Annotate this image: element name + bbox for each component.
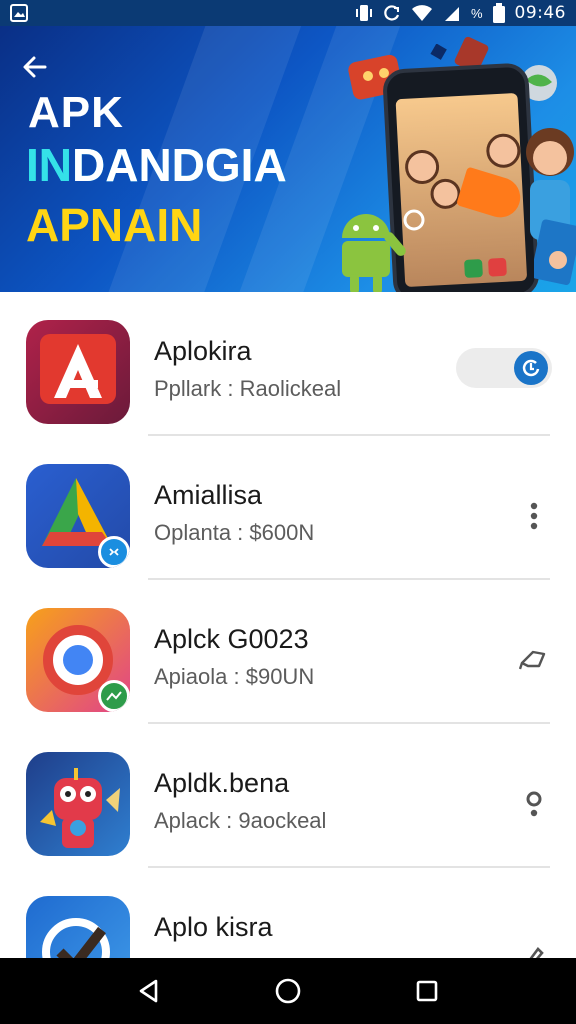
battery-label: % xyxy=(470,5,483,21)
clock-icon xyxy=(514,351,548,385)
banner-title-line3: APNAIN xyxy=(26,199,203,251)
wifi-icon xyxy=(411,4,433,22)
app-name: Aplck G0023 xyxy=(154,624,309,654)
arrow-left-icon xyxy=(23,56,47,78)
robot-game-icon xyxy=(26,752,130,856)
nav-recents-button[interactable] xyxy=(407,971,447,1011)
list-item[interactable]: Aplokira Ppllark : Raolickeal xyxy=(0,292,576,436)
book-icon xyxy=(530,216,576,291)
back-button[interactable] xyxy=(18,50,52,84)
banner-title-line2: INDANDGIA xyxy=(26,138,287,192)
nav-back-button[interactable] xyxy=(129,971,169,1011)
recents-icon xyxy=(416,980,437,1002)
app-name: Amiallisa xyxy=(154,480,263,510)
green-triangle-icon xyxy=(26,464,130,568)
status-bar: % 09:46 xyxy=(0,0,576,26)
clock: 09:46 xyxy=(514,3,566,23)
pin-icon[interactable] xyxy=(516,642,552,678)
location-icon[interactable] xyxy=(516,786,552,822)
red-a-icon xyxy=(26,320,130,424)
app-name: Aplo kisra xyxy=(154,912,273,942)
app-subtitle: Oplanta : $600N xyxy=(154,520,315,545)
list-item[interactable]: Aplck G0023 Apiaola : $90UN xyxy=(0,580,576,724)
list-item[interactable]: Aplo kisra xyxy=(0,868,576,958)
app-name: Apldk.bena xyxy=(154,768,290,798)
android-robot-icon xyxy=(336,200,425,292)
vibrate-icon xyxy=(355,3,373,23)
system-nav-bar xyxy=(0,958,576,1024)
more-vert-icon[interactable] xyxy=(516,498,552,534)
back-icon xyxy=(140,979,158,1003)
home-icon xyxy=(275,978,301,1004)
banner-title-line1: APK xyxy=(28,88,124,137)
list-item[interactable]: Apldk.bena Aplack : 9aockeal xyxy=(0,724,576,868)
list-item[interactable]: Amiallisa Oplanta : $600N xyxy=(0,436,576,580)
enable-toggle[interactable] xyxy=(456,348,552,388)
app-subtitle: Ppllark : Raolickeal xyxy=(154,376,342,401)
app-name: Aplokira xyxy=(154,336,252,366)
photo-icon xyxy=(10,4,28,22)
trend-icon xyxy=(98,680,130,712)
nav-home-button[interactable] xyxy=(268,971,308,1011)
badge-icon xyxy=(98,536,130,568)
app-list: Aplokira Ppllark : Raolickeal Amiallisa … xyxy=(0,292,576,958)
sparkle-icon xyxy=(430,43,448,67)
app-subtitle: Aplack : 9aockeal xyxy=(154,808,327,833)
banner-title-accent: IN xyxy=(26,139,72,191)
edit-icon[interactable] xyxy=(516,938,552,958)
blue-checkmark-icon xyxy=(26,896,130,958)
app-subtitle: Apiaola : $90UN xyxy=(154,664,315,689)
chrome-like-icon xyxy=(26,608,130,712)
battery-icon xyxy=(492,3,505,23)
sync-icon xyxy=(383,4,401,22)
banner-title-rest: DANDGIA xyxy=(72,139,287,191)
signal-icon xyxy=(443,4,461,22)
header-banner: APK INDANDGIA APNAIN xyxy=(0,26,576,292)
